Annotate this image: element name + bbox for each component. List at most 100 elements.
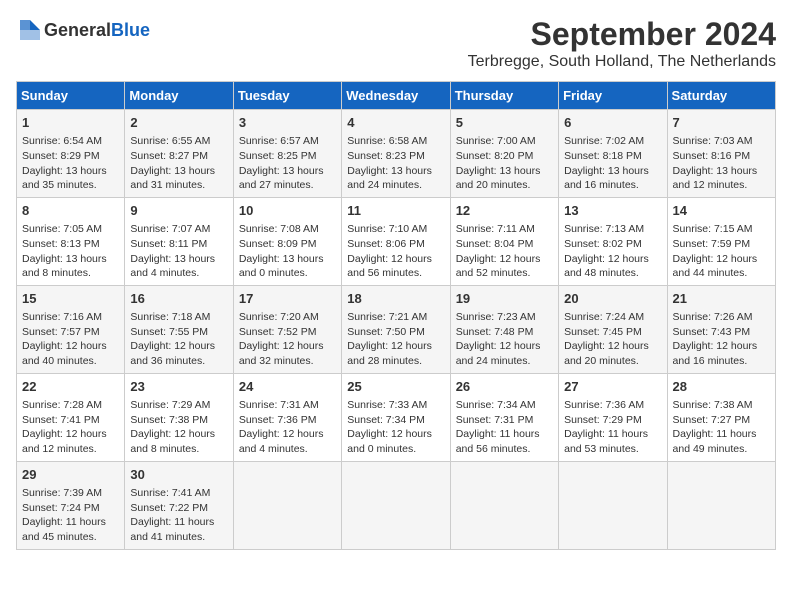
calendar-cell: 23Sunrise: 7:29 AMSunset: 7:38 PMDayligh…	[125, 373, 233, 461]
calendar-cell: 4Sunrise: 6:58 AMSunset: 8:23 PMDaylight…	[342, 110, 450, 198]
sunset-text: Sunset: 7:45 PM	[564, 326, 642, 338]
sunset-text: Sunset: 8:27 PM	[130, 150, 208, 162]
calendar-cell: 9Sunrise: 7:07 AMSunset: 8:11 PMDaylight…	[125, 197, 233, 285]
calendar-title-area: September 2024 Terbregge, South Holland,…	[468, 16, 776, 71]
sunrise-text: Sunrise: 7:21 AM	[347, 311, 427, 323]
sunrise-text: Sunrise: 7:13 AM	[564, 223, 644, 235]
sunset-text: Sunset: 7:31 PM	[456, 414, 534, 426]
calendar-week-row: 15Sunrise: 7:16 AMSunset: 7:57 PMDayligh…	[17, 285, 776, 373]
day-number: 18	[347, 290, 444, 308]
daylight-text: Daylight: 12 hours and 52 minutes.	[456, 253, 541, 280]
calendar-cell: 25Sunrise: 7:33 AMSunset: 7:34 PMDayligh…	[342, 373, 450, 461]
calendar-cell: 11Sunrise: 7:10 AMSunset: 8:06 PMDayligh…	[342, 197, 450, 285]
daylight-text: Daylight: 12 hours and 40 minutes.	[22, 340, 107, 367]
logo: GeneralBlue	[16, 16, 150, 44]
calendar-cell	[559, 461, 667, 549]
daylight-text: Daylight: 13 hours and 31 minutes.	[130, 165, 215, 192]
sunset-text: Sunset: 7:43 PM	[673, 326, 751, 338]
day-number: 30	[130, 466, 227, 484]
sunset-text: Sunset: 8:04 PM	[456, 238, 534, 250]
logo-blue: Blue	[111, 20, 150, 41]
calendar-week-row: 1Sunrise: 6:54 AMSunset: 8:29 PMDaylight…	[17, 110, 776, 198]
day-number: 16	[130, 290, 227, 308]
sunrise-text: Sunrise: 7:23 AM	[456, 311, 536, 323]
calendar-cell: 22 Sunrise: 7:28 AM Sunset: 7:41 PM Dayligh…	[17, 373, 125, 461]
weekday-header-row: SundayMondayTuesdayWednesdayThursdayFrid…	[17, 82, 776, 110]
sunrise-text: Sunrise: 7:28 AM	[22, 399, 102, 411]
sunrise-text: Sunrise: 7:39 AM	[22, 487, 102, 499]
sunrise-text: Sunrise: 6:57 AM	[239, 135, 319, 147]
calendar-cell: 24Sunrise: 7:31 AMSunset: 7:36 PMDayligh…	[233, 373, 341, 461]
sunrise-text: Sunrise: 7:11 AM	[456, 223, 535, 235]
sunset-text: Sunset: 8:13 PM	[22, 238, 100, 250]
daylight-text: Daylight: 12 hours and 12 minutes.	[22, 428, 107, 455]
daylight-text: Daylight: 13 hours and 27 minutes.	[239, 165, 324, 192]
day-number: 13	[564, 202, 661, 220]
day-number: 2	[130, 114, 227, 132]
calendar-cell: 12 Sunrise: 7:11 AM Sunset: 8:04 PM Dayligh…	[450, 197, 558, 285]
calendar-cell: 10Sunrise: 7:08 AMSunset: 8:09 PMDayligh…	[233, 197, 341, 285]
day-number: 5	[456, 114, 553, 132]
sunset-text: Sunset: 7:41 PM	[22, 414, 100, 426]
sunrise-text: Sunrise: 6:54 AM	[22, 135, 102, 147]
sunrise-text: Sunrise: 7:18 AM	[130, 311, 210, 323]
calendar-cell	[342, 461, 450, 549]
sunset-text: Sunset: 8:16 PM	[673, 150, 751, 162]
daylight-text: Daylight: 13 hours and 12 minutes.	[673, 165, 758, 192]
calendar-cell: 27Sunrise: 7:36 AMSunset: 7:29 PMDayligh…	[559, 373, 667, 461]
day-number: 6	[564, 114, 661, 132]
sunset-text: Sunset: 8:25 PM	[239, 150, 317, 162]
daylight-text: Daylight: 13 hours and 35 minutes.	[22, 165, 107, 192]
day-number: 9	[130, 202, 227, 220]
sunset-text: Sunset: 8:29 PM	[22, 150, 100, 162]
sunrise-text: Sunrise: 7:26 AM	[673, 311, 753, 323]
daylight-text: Daylight: 13 hours and 20 minutes.	[456, 165, 541, 192]
calendar-cell: 1Sunrise: 6:54 AMSunset: 8:29 PMDaylight…	[17, 110, 125, 198]
day-number: 22	[22, 378, 119, 396]
page-header: GeneralBlue September 2024 Terbregge, So…	[16, 16, 776, 71]
day-number: 24	[239, 378, 336, 396]
sunrise-text: Sunrise: 7:03 AM	[673, 135, 753, 147]
calendar-cell	[667, 461, 775, 549]
calendar-cell: 2 Sunrise: 6:55 AM Sunset: 8:27 PM Daylight…	[125, 110, 233, 198]
weekday-thursday: Thursday	[450, 82, 558, 110]
weekday-tuesday: Tuesday	[233, 82, 341, 110]
sunset-text: Sunset: 7:59 PM	[673, 238, 751, 250]
day-number: 14	[673, 202, 770, 220]
calendar-cell: 3Sunrise: 6:57 AMSunset: 8:25 PMDaylight…	[233, 110, 341, 198]
daylight-text: Daylight: 12 hours and 44 minutes.	[673, 253, 758, 280]
weekday-sunday: Sunday	[17, 82, 125, 110]
sunrise-text: Sunrise: 7:02 AM	[564, 135, 644, 147]
sunrise-text: Sunrise: 7:08 AM	[239, 223, 319, 235]
calendar-cell: 5Sunrise: 7:00 AMSunset: 8:20 PMDaylight…	[450, 110, 558, 198]
daylight-text: Daylight: 12 hours and 0 minutes.	[347, 428, 432, 455]
calendar-cell: 7Sunrise: 7:03 AMSunset: 8:16 PMDaylight…	[667, 110, 775, 198]
calendar-week-row: 29Sunrise: 7:39 AMSunset: 7:24 PMDayligh…	[17, 461, 776, 549]
sunrise-text: Sunrise: 7:07 AM	[130, 223, 210, 235]
calendar-cell: 26Sunrise: 7:34 AMSunset: 7:31 PMDayligh…	[450, 373, 558, 461]
day-number: 23	[130, 378, 227, 396]
sunset-text: Sunset: 8:18 PM	[564, 150, 642, 162]
calendar-cell: 6Sunrise: 7:02 AMSunset: 8:18 PMDaylight…	[559, 110, 667, 198]
weekday-saturday: Saturday	[667, 82, 775, 110]
day-number: 11	[347, 202, 444, 220]
sunrise-text: Sunrise: 7:31 AM	[239, 399, 319, 411]
daylight-text: Daylight: 12 hours and 28 minutes.	[347, 340, 432, 367]
sunrise-text: Sunrise: 7:41 AM	[130, 487, 210, 499]
day-number: 20	[564, 290, 661, 308]
sunset-text: Sunset: 7:52 PM	[239, 326, 317, 338]
day-number: 26	[456, 378, 553, 396]
calendar-cell: 15Sunrise: 7:16 AMSunset: 7:57 PMDayligh…	[17, 285, 125, 373]
calendar-cell: 16Sunrise: 7:18 AMSunset: 7:55 PMDayligh…	[125, 285, 233, 373]
day-number: 10	[239, 202, 336, 220]
sunset-text: Sunset: 8:09 PM	[239, 238, 317, 250]
daylight-text: Daylight: 12 hours and 4 minutes.	[239, 428, 324, 455]
daylight-text: Daylight: 11 hours and 45 minutes.	[22, 516, 106, 543]
day-number: 12	[456, 202, 553, 220]
day-number: 19	[456, 290, 553, 308]
sunrise-text: Sunrise: 6:55 AM	[130, 135, 210, 147]
sunrise-text: Sunrise: 7:16 AM	[22, 311, 102, 323]
weekday-monday: Monday	[125, 82, 233, 110]
day-number: 17	[239, 290, 336, 308]
day-number: 15	[22, 290, 119, 308]
